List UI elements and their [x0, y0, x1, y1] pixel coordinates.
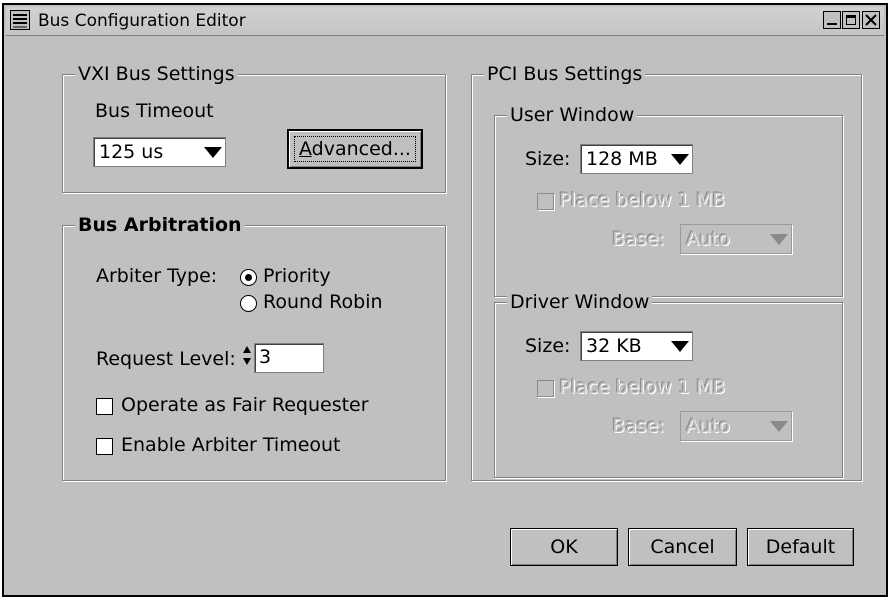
user-window-size-label: Size:: [525, 148, 571, 170]
driver-window-place-below-checkbox[interactable]: [537, 380, 554, 397]
bus-timeout-label: Bus Timeout: [95, 100, 214, 122]
pci-bus-settings-title: PCI Bus Settings: [484, 63, 646, 85]
maximize-button[interactable]: [842, 11, 860, 29]
bus-timeout-combo[interactable]: 125 us: [93, 137, 226, 167]
user-window-base-label: Base:: [612, 228, 665, 250]
maximize-icon: [846, 15, 856, 25]
spin-down-icon: [243, 358, 251, 365]
arbiter-timeout-label: Enable Arbiter Timeout: [121, 434, 341, 456]
window-menu-icon[interactable]: [10, 10, 30, 30]
chevron-down-icon: [204, 147, 222, 158]
request-level-label: Request Level:: [96, 348, 236, 370]
driver-window-title: Driver Window: [507, 291, 653, 313]
user-window-title: User Window: [507, 104, 638, 126]
user-window-size-combo[interactable]: 128 MB: [580, 144, 693, 174]
vxi-bus-settings-title: VXI Bus Settings: [75, 63, 238, 85]
title-bar[interactable]: Bus Configuration Editor: [6, 7, 884, 36]
chevron-down-icon: [770, 234, 788, 245]
bus-arbitration-title: Bus Arbitration: [75, 214, 245, 236]
driver-window-place-below-label: Place below 1 MB: [559, 376, 726, 398]
default-button[interactable]: Default: [747, 528, 854, 566]
arbiter-timeout-checkbox[interactable]: [96, 438, 113, 455]
chevron-down-icon: [671, 341, 689, 352]
user-window-place-below-checkbox[interactable]: [537, 193, 554, 210]
chevron-down-icon: [770, 421, 788, 432]
minimize-icon: [827, 23, 837, 25]
priority-radio[interactable]: [240, 269, 257, 286]
window-title: Bus Configuration Editor: [38, 11, 246, 31]
user-window-place-below-label: Place below 1 MB: [559, 189, 726, 211]
advanced-button[interactable]: Advanced...: [287, 129, 423, 169]
driver-window-base-label: Base:: [612, 415, 665, 437]
fair-requester-label: Operate as Fair Requester: [121, 394, 369, 416]
minimize-button[interactable]: [823, 11, 841, 29]
close-icon: [865, 14, 877, 26]
cancel-button[interactable]: Cancel: [628, 528, 737, 566]
chevron-down-icon: [671, 154, 689, 165]
fair-requester-checkbox[interactable]: [96, 398, 113, 415]
driver-window-size-combo[interactable]: 32 KB: [580, 331, 693, 361]
driver-window-group: Driver Window Size: 32 KB Place below 1 …: [494, 291, 843, 478]
round-robin-label: Round Robin: [263, 291, 383, 313]
advanced-label-rest: dvanced...: [311, 138, 411, 160]
request-level-spinner[interactable]: [242, 343, 252, 371]
vxi-bus-settings-group: VXI Bus Settings Bus Timeout 125 us Adva…: [62, 63, 446, 193]
arbiter-type-label: Arbiter Type:: [96, 265, 218, 287]
advanced-mnemonic: A: [299, 138, 312, 160]
close-button[interactable]: [862, 11, 880, 29]
driver-window-base-combo[interactable]: Auto: [680, 411, 792, 441]
dialog-client-area: VXI Bus Settings Bus Timeout 125 us Adva…: [6, 36, 884, 593]
round-robin-radio[interactable]: [240, 295, 257, 312]
bus-arbitration-group: Bus Arbitration Arbiter Type: Priority R…: [62, 214, 446, 481]
request-level-input[interactable]: 3: [254, 343, 324, 373]
user-window-group: User Window Size: 128 MB Place below 1 M…: [494, 104, 843, 297]
pci-bus-settings-group: PCI Bus Settings User Window Size: 128 M…: [471, 63, 862, 481]
driver-window-size-value: 32 KB: [586, 335, 642, 357]
ok-button[interactable]: OK: [510, 528, 618, 566]
priority-label: Priority: [263, 265, 331, 287]
driver-window-size-label: Size:: [525, 335, 571, 357]
user-window-base-combo[interactable]: Auto: [680, 224, 792, 254]
bus-configuration-window: Bus Configuration Editor VXI Bus Setting…: [2, 3, 888, 597]
user-window-base-value: Auto: [686, 228, 731, 250]
bus-timeout-value: 125 us: [99, 141, 164, 163]
spin-up-icon: [243, 346, 251, 353]
driver-window-base-value: Auto: [686, 415, 731, 437]
user-window-size-value: 128 MB: [586, 148, 658, 170]
